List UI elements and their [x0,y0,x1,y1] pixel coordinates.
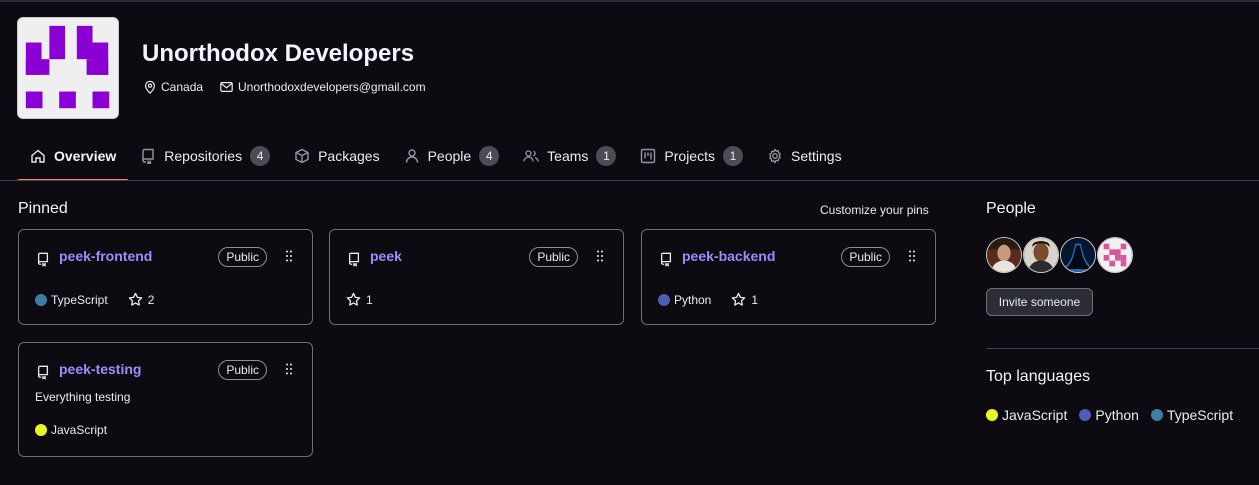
location-text: Canada [161,80,204,94]
tab-label: People [427,148,472,164]
people-icon [523,150,539,162]
repo-language: TypeScript [51,292,108,307]
tab-settings[interactable]: Settings [755,138,854,174]
pinned-repo-card: peek Public 1 [329,229,624,325]
language-color-dot [35,424,47,436]
drag-handle-icon[interactable] [909,250,915,262]
tab-label: Overview [54,148,117,164]
org-name: Unorthodox Developers [142,40,415,67]
sidebar-divider [986,348,1259,349]
repo-icon [37,365,49,380]
visibility-badge: Public [218,247,267,267]
star-icon [732,292,746,306]
tab-packages[interactable]: Packages [282,138,391,174]
repo-meta: JavaScript [35,423,107,437]
tab-label: Projects [664,148,715,164]
visibility-badge: Public [841,247,890,267]
home-icon [31,149,45,163]
tab-label: Teams [547,148,589,164]
location: Canada [143,80,203,94]
language-item: TypeScript [1150,407,1234,423]
tab-label: Repositories [164,148,243,164]
teams-count: 1 [596,146,617,166]
language-item: Python [1079,407,1139,423]
member-avatars [986,237,1134,273]
tab-overview[interactable]: Overview [18,138,129,181]
member-avatar[interactable] [986,237,1022,273]
pinned-repo-card: peek-backend Public Python 1 [641,229,936,325]
package-icon [295,148,309,164]
repo-name-link[interactable]: peek [370,248,402,264]
org-avatar [17,17,119,119]
people-heading: People [986,200,1036,217]
repo-icon [660,252,672,267]
pinned-repo-card: peek-frontend Public TypeScript 2 [18,229,313,325]
tab-repositories[interactable]: Repositories 4 [128,138,282,174]
repo-meta: 1 [346,292,373,307]
language-color-dot [658,293,670,306]
stars-link[interactable]: 1 [346,292,373,307]
repo-name-link[interactable]: peek-backend [682,248,775,264]
org-nav-tabs: Overview Repositories 4 Packages People … [18,138,854,181]
member-avatar[interactable] [1097,237,1133,273]
star-count: 1 [751,292,759,307]
star-count: 2 [147,292,155,307]
repo-icon [348,252,360,267]
visibility-badge: Public [218,360,267,380]
repo-name-link[interactable]: peek-testing [59,361,141,377]
tab-label: Settings [790,148,842,164]
drag-handle-icon[interactable] [286,250,292,262]
repo-language: JavaScript [51,423,108,437]
repo-icon [142,148,154,164]
project-icon [641,148,656,164]
repo-meta: TypeScript 2 [35,292,154,307]
tab-projects[interactable]: Projects 1 [628,138,755,174]
tab-people[interactable]: People 4 [392,138,512,174]
people-count: 4 [479,146,500,166]
star-count: 1 [366,292,373,307]
top-languages-heading: Top languages [986,368,1091,385]
tab-label: Packages [318,148,380,164]
person-icon [405,149,418,163]
tabs-divider [0,180,1259,181]
repo-language: Python [674,292,712,307]
language-color-dot [986,409,998,421]
stars-link[interactable]: 2 [128,292,155,307]
stars-link[interactable]: 1 [731,292,758,307]
drag-handle-icon[interactable] [286,363,292,375]
member-avatar[interactable] [1060,237,1096,273]
star-icon [346,292,361,306]
language-item: JavaScript [986,407,1067,423]
repo-name-link[interactable]: peek-frontend [59,248,152,264]
member-avatar[interactable] [1023,237,1059,273]
repositories-count: 4 [250,146,271,166]
projects-count: 1 [722,146,743,166]
email-link[interactable]: Unorthodoxdevelopers@gmail.com [238,80,426,94]
language-color-dot [35,293,47,306]
repo-meta: Python 1 [658,292,758,307]
top-border [0,0,1259,2]
visibility-badge: Public [529,247,578,267]
gear-icon [768,148,782,164]
language-name: TypeScript [1166,407,1234,423]
language-name: JavaScript [1002,407,1068,423]
language-color-dot [1079,409,1092,421]
language-name: Python [1095,407,1139,423]
pinned-heading: Pinned [18,200,68,217]
customize-pins-link[interactable]: Customize your pins [820,203,929,217]
location-icon [145,80,155,94]
top-languages-list: JavaScript Python TypeScript [986,407,1245,423]
mail-icon [220,82,233,92]
drag-handle-icon[interactable] [597,250,603,262]
email[interactable]: Unorthodoxdevelopers@gmail.com [219,80,426,94]
pinned-repo-card: peek-testing Public Everything testing J… [18,342,313,457]
repo-icon [37,252,49,267]
star-icon [128,292,142,306]
invite-someone-button[interactable]: Invite someone [986,288,1093,316]
tab-teams[interactable]: Teams 1 [511,138,628,174]
repo-description: Everything testing [35,390,131,404]
language-color-dot [1150,409,1163,421]
